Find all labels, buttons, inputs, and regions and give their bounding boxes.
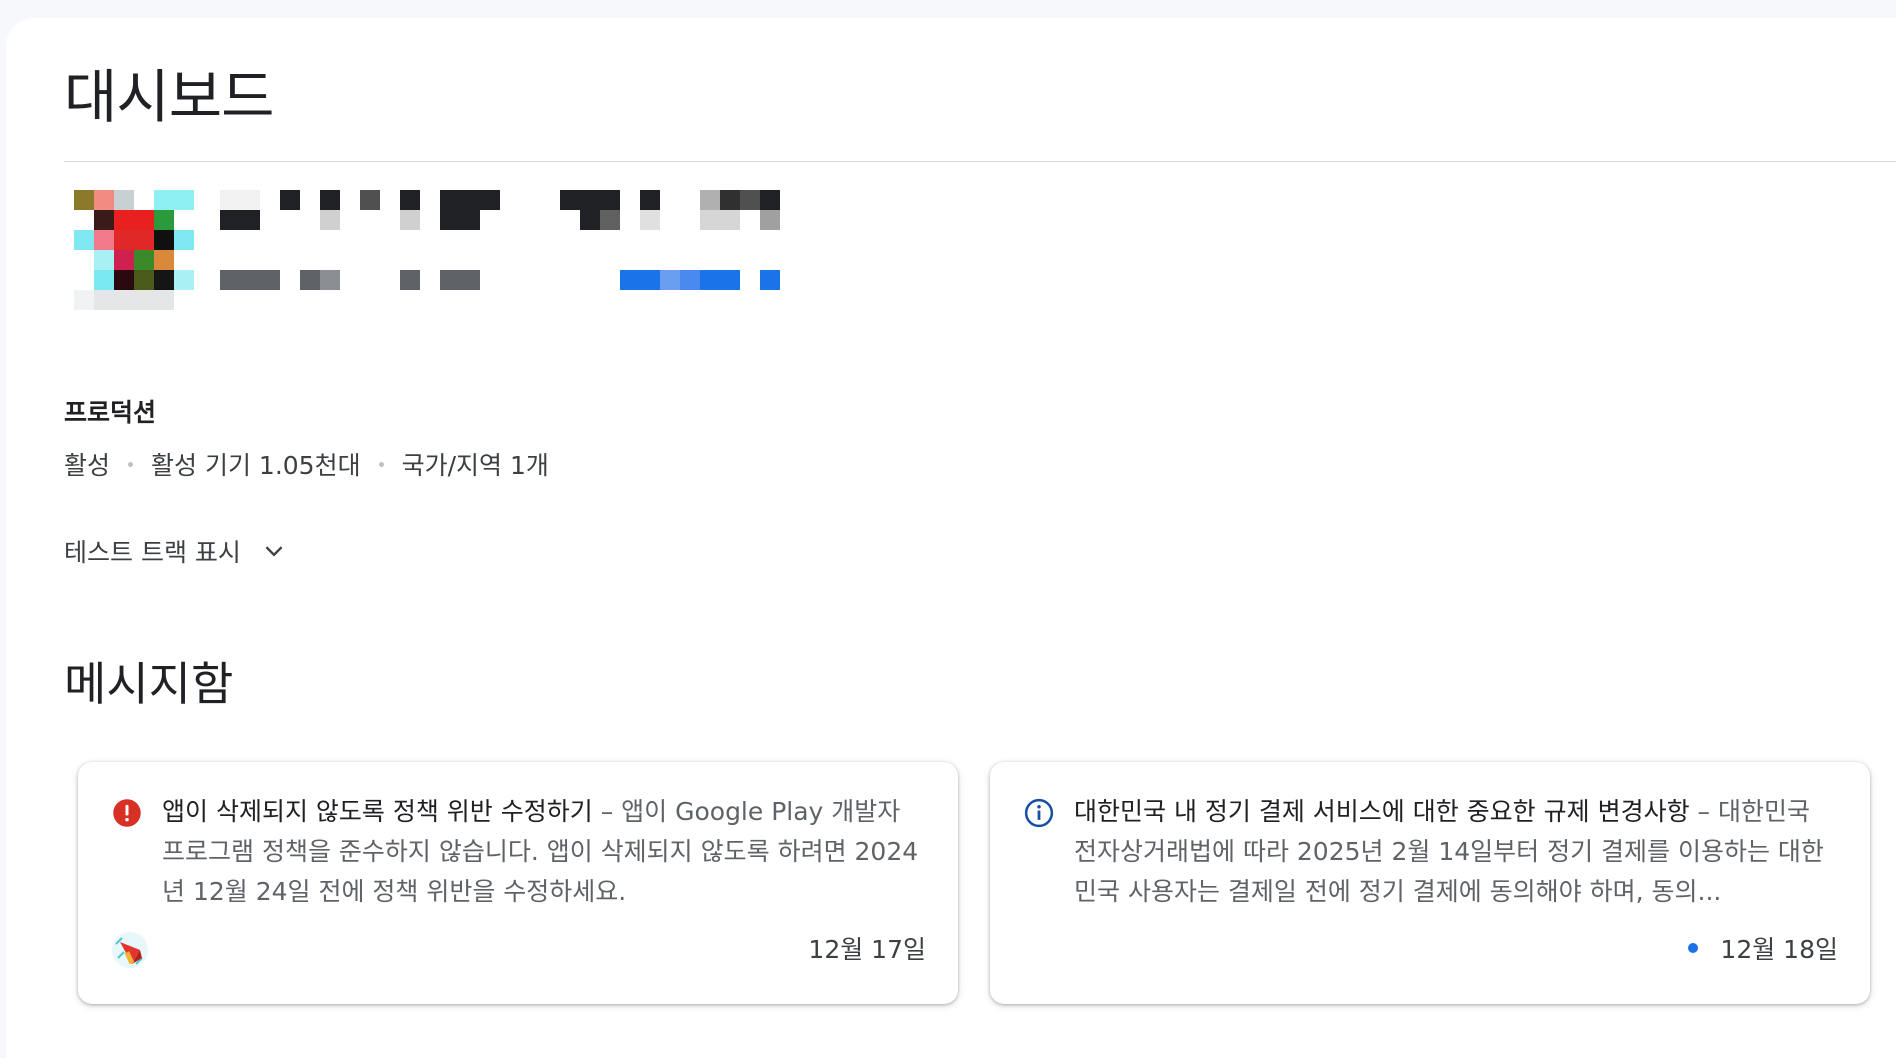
- app-name-redacted: [220, 190, 780, 230]
- release-stats: 활성 활성 기기 1.05천대 국가/지역 1개: [64, 446, 549, 482]
- page-title: 대시보드: [64, 63, 274, 131]
- unread-indicator: [1688, 943, 1699, 953]
- message-text: 앱이 삭제되지 않도록 정책 위반 수정하기 – 앱이 Google Play …: [162, 792, 922, 912]
- chevron-down-icon: [265, 546, 283, 557]
- message-card[interactable]: 앱이 삭제되지 않도록 정책 위반 수정하기 – 앱이 Google Play …: [78, 762, 958, 1004]
- message-title: 앱이 삭제되지 않도록 정책 위반 수정하기: [162, 797, 593, 826]
- release-status: 활성: [64, 451, 111, 480]
- message-date-label: 12월 18일: [1720, 935, 1838, 964]
- inbox-title: 메시지함: [64, 657, 234, 711]
- message-separator: –: [592, 797, 622, 826]
- message-date: 12월 18일: [1688, 930, 1838, 966]
- show-test-tracks-button[interactable]: 테스트 트랙 표시: [64, 533, 287, 569]
- error-icon: [113, 799, 141, 827]
- message-date-label: 12월 17일: [808, 935, 926, 964]
- active-devices: 활성 기기 1.05천대: [151, 451, 361, 480]
- message-date: 12월 17일: [808, 930, 926, 966]
- megaphone-icon: [112, 932, 148, 968]
- info-icon: [1024, 798, 1054, 828]
- header-divider: [64, 161, 1896, 162]
- app-icon[interactable]: [74, 190, 194, 310]
- countries-count: 국가/지역 1개: [401, 451, 549, 480]
- message-title: 대한민국 내 정기 결제 서비스에 대한 중요한 규제 변경사항: [1074, 797, 1690, 826]
- separator-dot: [128, 461, 134, 467]
- separator-dot: [378, 461, 384, 467]
- message-text: 대한민국 내 정기 결제 서비스에 대한 중요한 규제 변경사항 – 대한민국 …: [1074, 792, 1834, 912]
- app-package-redacted[interactable]: [220, 270, 780, 290]
- show-test-tracks-label: 테스트 트랙 표시: [64, 538, 241, 567]
- release-track-label: 프로덕션: [64, 398, 157, 427]
- message-card[interactable]: 대한민국 내 정기 결제 서비스에 대한 중요한 규제 변경사항 – 대한민국 …: [990, 762, 1870, 1004]
- message-separator: –: [1689, 797, 1718, 826]
